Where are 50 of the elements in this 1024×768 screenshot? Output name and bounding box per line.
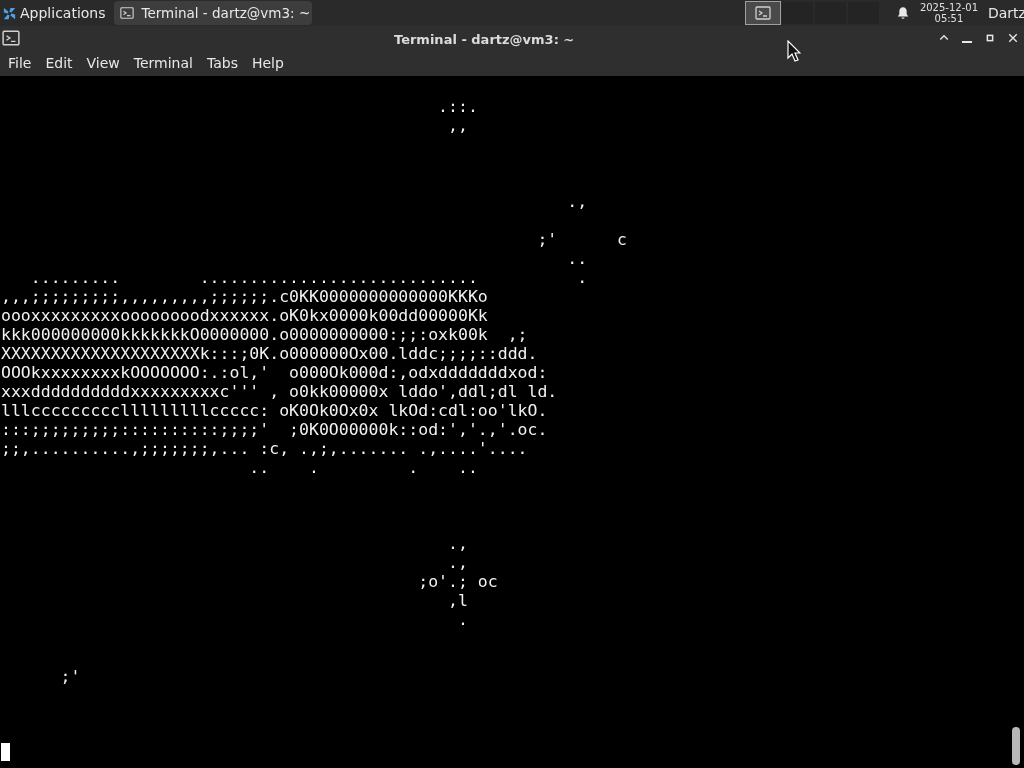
mouse-pointer-icon	[787, 40, 801, 62]
terminal-text: ..	[249, 458, 270, 477]
terminal-text: :::;;;;;;;;;::::::::::;;;;' ;0K0O00000k::od:','.,'.oc.	[1, 420, 548, 439]
terminal-icon	[2, 29, 20, 47]
terminal-text: .,	[448, 553, 468, 572]
terminal-text: .	[457, 610, 468, 629]
workspace-button[interactable]	[780, 1, 814, 25]
menu-item[interactable]: Terminal	[126, 50, 200, 76]
workspace-button[interactable]	[744, 1, 781, 25]
terminal-text: ..	[457, 458, 478, 477]
terminal-text: ;'	[60, 667, 81, 686]
minimize-icon	[961, 41, 972, 43]
menu-item[interactable]: Tabs	[199, 50, 245, 76]
terminal-text: ,,,;;;;;;;;;,,,,,,,,,;;;;;;.c0KK0000000000000KKKo	[1, 287, 488, 306]
terminal-text: ,l	[448, 591, 468, 610]
terminal-icon	[754, 5, 771, 21]
terminal-text: xxxddddddddddxxxxxxxxxc''' , o0kk00000x lddo',ddl;dl ld.	[1, 382, 558, 401]
terminal-text: ;;,..........,;;;;;;;,... :c, .,;,....... .,....'....	[1, 439, 528, 458]
terminal-text: .	[308, 458, 319, 477]
terminal-text: oooxxxxxxxxxoooooooodxxxxxx.oK0kx0000k00dd00000Kk	[1, 306, 488, 325]
terminal-text: ;o'.; oc	[418, 572, 498, 591]
menu-item[interactable]: Help	[244, 50, 291, 76]
close-icon	[1006, 32, 1019, 44]
terminal-text: ;'	[537, 230, 558, 249]
menu-item[interactable]: File	[1, 50, 39, 76]
terminal-text: XXXXXXXXXXXXXXXXXXXXk:::;0K.o000000Ox00.lddc;;;;::ddd.	[1, 344, 538, 363]
terminal-text: kkk000000000kkkkkkkO0000000.o0000000000:;;:oxk00k ,;	[1, 325, 528, 344]
menu-item[interactable]: View	[79, 50, 127, 76]
terminal-text: .::.	[438, 97, 478, 116]
terminal-text: .	[408, 458, 419, 477]
terminal-text: c	[616, 230, 627, 249]
terminal-text: ,,	[448, 116, 468, 135]
clock[interactable]: 2025-12-01 05:51	[919, 2, 978, 24]
notification-bell-icon[interactable]	[895, 6, 910, 20]
app-logo-icon	[2, 5, 17, 21]
text-cursor	[1, 743, 10, 761]
terminal-text: lllccccccccclllllllllccccc: oK0Ok0Ox0x lkOd:cdl:oo'lkO.	[1, 401, 548, 420]
terminal-text: OOOkxxxxxxxxkOOOOOOO:.:ol,' o000Ok000d:,odxdddddddxod:	[1, 363, 548, 382]
taskbar-button[interactable]: Terminal - dartz@vm3: ~	[113, 1, 312, 25]
terminal-icon	[119, 6, 134, 20]
terminal-text: ............................	[199, 268, 478, 287]
terminal-text: .,	[567, 192, 588, 211]
terminal-text: .	[577, 268, 588, 287]
terminal-text: .........	[30, 268, 121, 287]
scrollbar-thumb[interactable]	[1012, 727, 1020, 765]
applications-menu[interactable]: Applications	[0, 0, 114, 26]
menu-item[interactable]: Edit	[38, 50, 80, 76]
terminal-text: ..	[567, 249, 588, 268]
terminal-text: .,	[448, 534, 468, 553]
window-title: Terminal - dartz@vm3: ~	[394, 31, 575, 49]
